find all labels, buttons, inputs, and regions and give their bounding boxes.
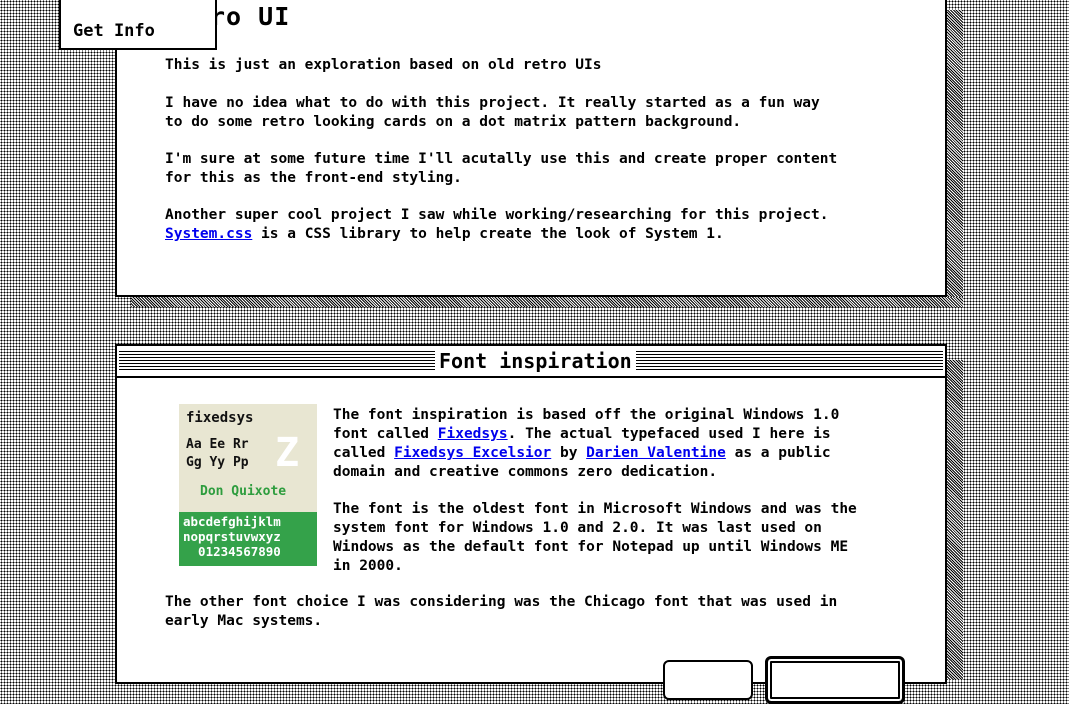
- window-shadow: [131, 297, 963, 307]
- paragraph-chicago-font: The other font choice I was considering …: [165, 594, 838, 629]
- sample-letter-pairs: Aa Ee Rr Gg Yy Pp: [186, 437, 249, 470]
- paragraph-rest: is a CSS library to help create the look…: [252, 226, 724, 242]
- window-subtitle: This is just an exploration based on old…: [165, 57, 602, 73]
- title-bar[interactable]: Font inspiration: [117, 346, 945, 378]
- fixedsys-font-sample-image: fixedsys Aa Ee Rr Gg Yy Pp Z Don Quixote…: [179, 404, 317, 566]
- paragraph-other-project: Another super cool project I saw while w…: [165, 206, 828, 244]
- darien-valentine-link[interactable]: Darien Valentine: [586, 445, 726, 461]
- paragraph-future: I'm sure at some future time I'll acutal…: [165, 151, 838, 186]
- paragraph-font-history: The font is the oldest font in Microsoft…: [333, 501, 857, 574]
- window-shadow: [947, 10, 963, 307]
- fixedsys-excelsior-link[interactable]: Fixedsys Excelsior: [394, 445, 551, 461]
- dropdown-menu: • Get Info: [59, 0, 217, 50]
- default-button[interactable]: [765, 656, 905, 704]
- text-segment: by: [551, 445, 587, 461]
- menu-item-get-info[interactable]: Get Info: [73, 21, 155, 41]
- system-css-link[interactable]: System.css: [165, 226, 252, 242]
- sample-alphabet: abcdefghijklm nopqrstuvwxyz 01234567890: [183, 514, 281, 559]
- sample-alphabet-block: abcdefghijklm nopqrstuvwxyz 01234567890: [179, 512, 317, 566]
- fixedsys-link[interactable]: Fixedsys: [438, 426, 508, 442]
- menu-item-partial[interactable]: •: [73, 0, 83, 2]
- retro-ui-window: ro UI This is just an exploration based …: [115, 0, 947, 297]
- sample-font-name: fixedsys: [186, 410, 254, 426]
- paragraph-line: Another super cool project I saw while w…: [165, 207, 829, 223]
- sample-quixote: Don Quixote: [200, 484, 287, 499]
- secondary-button[interactable]: [663, 660, 753, 700]
- window-shadow: [947, 360, 963, 680]
- paragraph-intro: I have no idea what to do with this proj…: [165, 95, 820, 130]
- window-title: Font inspiration: [435, 349, 636, 373]
- window-title: ro UI: [210, 2, 291, 31]
- sample-big-letter: Z: [275, 430, 300, 476]
- paragraph-font-origin: The font inspiration is based off the or…: [333, 406, 839, 482]
- font-inspiration-window: Font inspiration fixedsys Aa Ee Rr Gg Yy…: [115, 344, 947, 704]
